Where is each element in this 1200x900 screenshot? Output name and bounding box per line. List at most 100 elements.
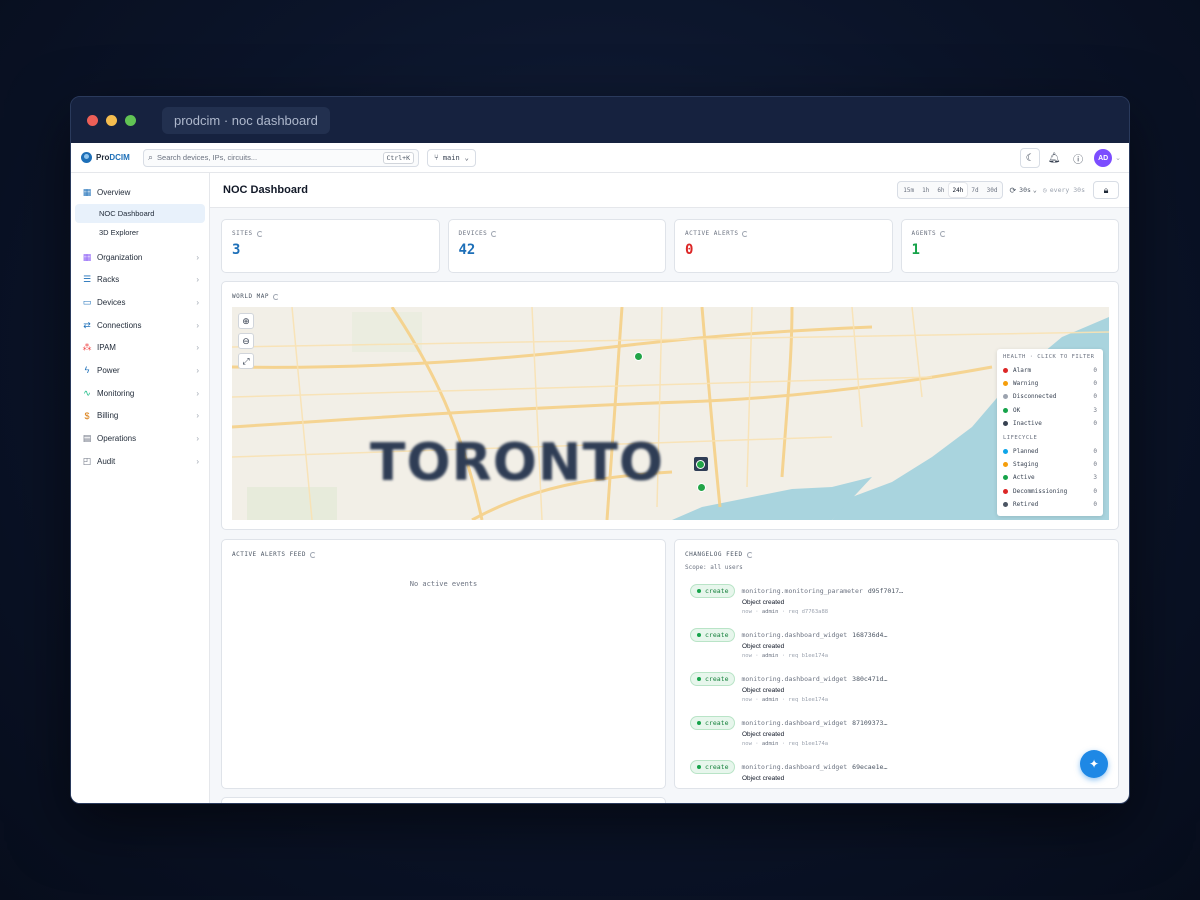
cable-icon: ⇄ <box>83 319 91 330</box>
maximize-window-button[interactable] <box>125 114 136 126</box>
range-option-6h[interactable]: 6h <box>933 183 948 197</box>
refresh-interval-select[interactable]: ⟳ 30s ⌄ <box>1009 186 1036 195</box>
legend-item-active[interactable]: Active 3 <box>1003 471 1097 484</box>
changelog-object-type: monitoring.dashboard_widget <box>741 631 848 639</box>
changelog-entry[interactable]: create monitoring.monitoring_parameter d95… <box>690 584 903 615</box>
sidebar-item-organization[interactable]: ▦ Organization › <box>71 246 209 269</box>
changelog-object-type: monitoring.monitoring_parameter <box>741 587 863 595</box>
ai-assistant-sparkle-icon[interactable]: ✦ <box>1080 750 1108 778</box>
top-bar: ProDCIM ⌕ Search devices, IPs, circuits.… <box>71 143 1129 173</box>
changelog-entry[interactable]: create monitoring.dashboard_widget 380c471… <box>690 672 887 703</box>
sidebar-item-racks[interactable]: ☰ Racks › <box>71 268 209 291</box>
sidebar-subitem-3d-explorer[interactable]: 3D Explorer <box>75 223 205 242</box>
branch-selector[interactable]: ⑂ main ⌄ <box>427 148 476 167</box>
rack-icon: ☰ <box>82 274 92 285</box>
app-window: prodcim · noc dashboard ProDCIM ⌕ Search… <box>70 96 1130 804</box>
sidebar-subitem-noc-dashboard[interactable]: NOC Dashboard <box>75 203 205 223</box>
legend-item-disconnected[interactable]: Disconnected 0 <box>1003 390 1097 403</box>
help-icon[interactable]: ⓘ <box>1068 148 1088 168</box>
legend-item-planned[interactable]: Planned 0 <box>1003 445 1097 458</box>
notifications-bell-icon[interactable]: 🔔︎ <box>1044 148 1064 168</box>
sidebar-item-power[interactable]: ϟ Power › <box>71 359 209 382</box>
changelog-meta: now · admin · req b1ee174a <box>742 697 829 703</box>
range-option-24h[interactable]: 24h <box>948 183 968 197</box>
changelog-object-id[interactable]: d95f7017… <box>868 587 903 595</box>
legend-item-decommissioning[interactable]: Decommissioning 0 <box>1003 485 1097 498</box>
changelog-entry[interactable]: create monitoring.dashboard_widget 8710937… <box>690 716 887 747</box>
status-dot <box>1003 420 1008 426</box>
legend-count: 3 <box>1093 474 1097 482</box>
sidebar-item-connections[interactable]: ⇄ Connections › <box>71 314 209 337</box>
chevron-right-icon: › <box>196 297 199 307</box>
zoom-out-icon[interactable]: ⊖ <box>238 333 254 349</box>
legend-label: Alarm <box>1013 367 1032 375</box>
legend-item-warning[interactable]: Warning 0 <box>1003 377 1097 390</box>
chevron-right-icon: › <box>196 252 199 262</box>
legend-lifecycle-title: LIFECYCLE <box>1003 434 1038 441</box>
changelog-object-id[interactable]: 168736d4… <box>852 631 887 639</box>
search-input[interactable]: Search devices, IPs, circuits... <box>157 153 382 162</box>
active-alerts-feed-card: ACTIVE ALERTS FEED No active events <box>221 539 666 789</box>
site-marker[interactable] <box>696 460 705 469</box>
range-option-7d[interactable]: 7d <box>967 183 982 197</box>
legend-item-alarm[interactable]: Alarm 0 <box>1003 364 1097 377</box>
legend-item-retired[interactable]: Retired 0 <box>1003 498 1097 511</box>
window-titlebar: prodcim · noc dashboard <box>71 97 1129 143</box>
kpi-card-agents[interactable]: AGENTS 1 <box>900 219 1119 273</box>
changelog-meta: now · admin · req d7763a88 <box>742 609 829 615</box>
legend-item-ok[interactable]: OK 3 <box>1003 404 1097 417</box>
changelog-entry[interactable]: create monitoring.dashboard_widget 69ecae1… <box>690 760 887 782</box>
user-avatar[interactable]: AD <box>1094 149 1113 167</box>
app-root: ProDCIM ⌕ Search devices, IPs, circuits.… <box>71 143 1129 803</box>
changelog-meta: now · admin · req b1ee174a <box>742 653 829 659</box>
legend-item-inactive[interactable]: Inactive 0 <box>1003 417 1097 430</box>
kpi-card-sites[interactable]: SITES 3 <box>221 219 440 273</box>
avatar-chevron-down-icon[interactable]: ⌄ <box>1115 154 1121 162</box>
zoom-in-icon[interactable]: ⊕ <box>238 313 254 329</box>
changelog-entry[interactable]: create monitoring.dashboard_widget 168736d… <box>690 628 887 659</box>
legend-count: 0 <box>1093 448 1097 456</box>
map-legend: HEALTH · CLICK TO FILTER Alarm 0 Warning 0 D… <box>997 349 1103 516</box>
sidebar-item-label: Devices <box>97 297 126 307</box>
sidebar-item-monitoring[interactable]: ∿ Monitoring › <box>71 382 209 405</box>
sidebar-item-overview[interactable]: ▦ Overview <box>71 181 209 204</box>
theme-toggle-moon-icon[interactable]: ☾ <box>1020 148 1041 168</box>
sidebar-item-devices[interactable]: ▭ Devices › <box>71 291 209 314</box>
grid-icon: ▦ <box>82 186 92 197</box>
search-shortcut: Ctrl+K <box>382 151 414 164</box>
minimize-window-button[interactable] <box>106 114 117 126</box>
changelog-scope: Scope: all users <box>685 564 743 571</box>
range-option-1h[interactable]: 1h <box>918 183 933 197</box>
range-option-15m[interactable]: 15m <box>899 183 918 197</box>
site-marker[interactable] <box>634 352 643 361</box>
logo[interactable]: ProDCIM <box>81 152 137 163</box>
lock-layout-button[interactable]: 🔒︎ <box>1093 181 1119 199</box>
world-map-card: WORLD MAP TORONTO ⊕ ⊖ ⤢ HEALTH · CLICK T… <box>221 281 1119 530</box>
legend-item-staging[interactable]: Staging 0 <box>1003 458 1097 471</box>
changelog-object-id[interactable]: 380c471d… <box>852 675 887 683</box>
changelog-object-id[interactable]: 69ecae1e… <box>852 763 887 771</box>
site-marker[interactable] <box>697 483 706 492</box>
kpi-card-active-alerts[interactable]: ACTIVE ALERTS 0 <box>674 219 893 273</box>
building-icon: ▦ <box>82 251 92 262</box>
range-option-30d[interactable]: 30d <box>983 183 1002 197</box>
legend-label: Active <box>1013 474 1035 482</box>
overview-submenu: NOC Dashboard 3D Explorer <box>71 203 209 242</box>
close-window-button[interactable] <box>87 114 98 126</box>
status-dot <box>1003 394 1008 400</box>
legend-label: Warning <box>1013 380 1039 388</box>
sidebar-item-billing[interactable]: $ Billing › <box>71 405 209 428</box>
world-map[interactable]: TORONTO ⊕ ⊖ ⤢ HEALTH · CLICK TO FILTER A… <box>232 307 1109 520</box>
header-controls: 15m 1h 6h 24h 7d 30d ⟳ 30s ⌄ ◷ every 30s 🔒︎ <box>897 181 1119 199</box>
sidebar-item-ipam[interactable]: ⁂ IPAM › <box>71 336 209 359</box>
sidebar-item-operations[interactable]: ▤ Operations › <box>71 427 209 450</box>
fullscreen-expand-icon[interactable]: ⤢ <box>238 353 254 369</box>
next-widget-card <box>221 797 666 803</box>
kpi-card-devices[interactable]: DEVICES 42 <box>447 219 666 273</box>
page-header: NOC Dashboard 15m 1h 6h 24h 7d 30d ⟳ 30s ⌄ ◷ … <box>210 173 1129 208</box>
status-dot <box>1003 381 1008 387</box>
status-dot <box>1003 449 1008 455</box>
sidebar-item-audit[interactable]: ◰ Audit › <box>71 450 209 473</box>
global-search[interactable]: ⌕ Search devices, IPs, circuits... Ctrl+… <box>143 148 419 167</box>
changelog-object-id[interactable]: 87109373… <box>852 719 887 727</box>
